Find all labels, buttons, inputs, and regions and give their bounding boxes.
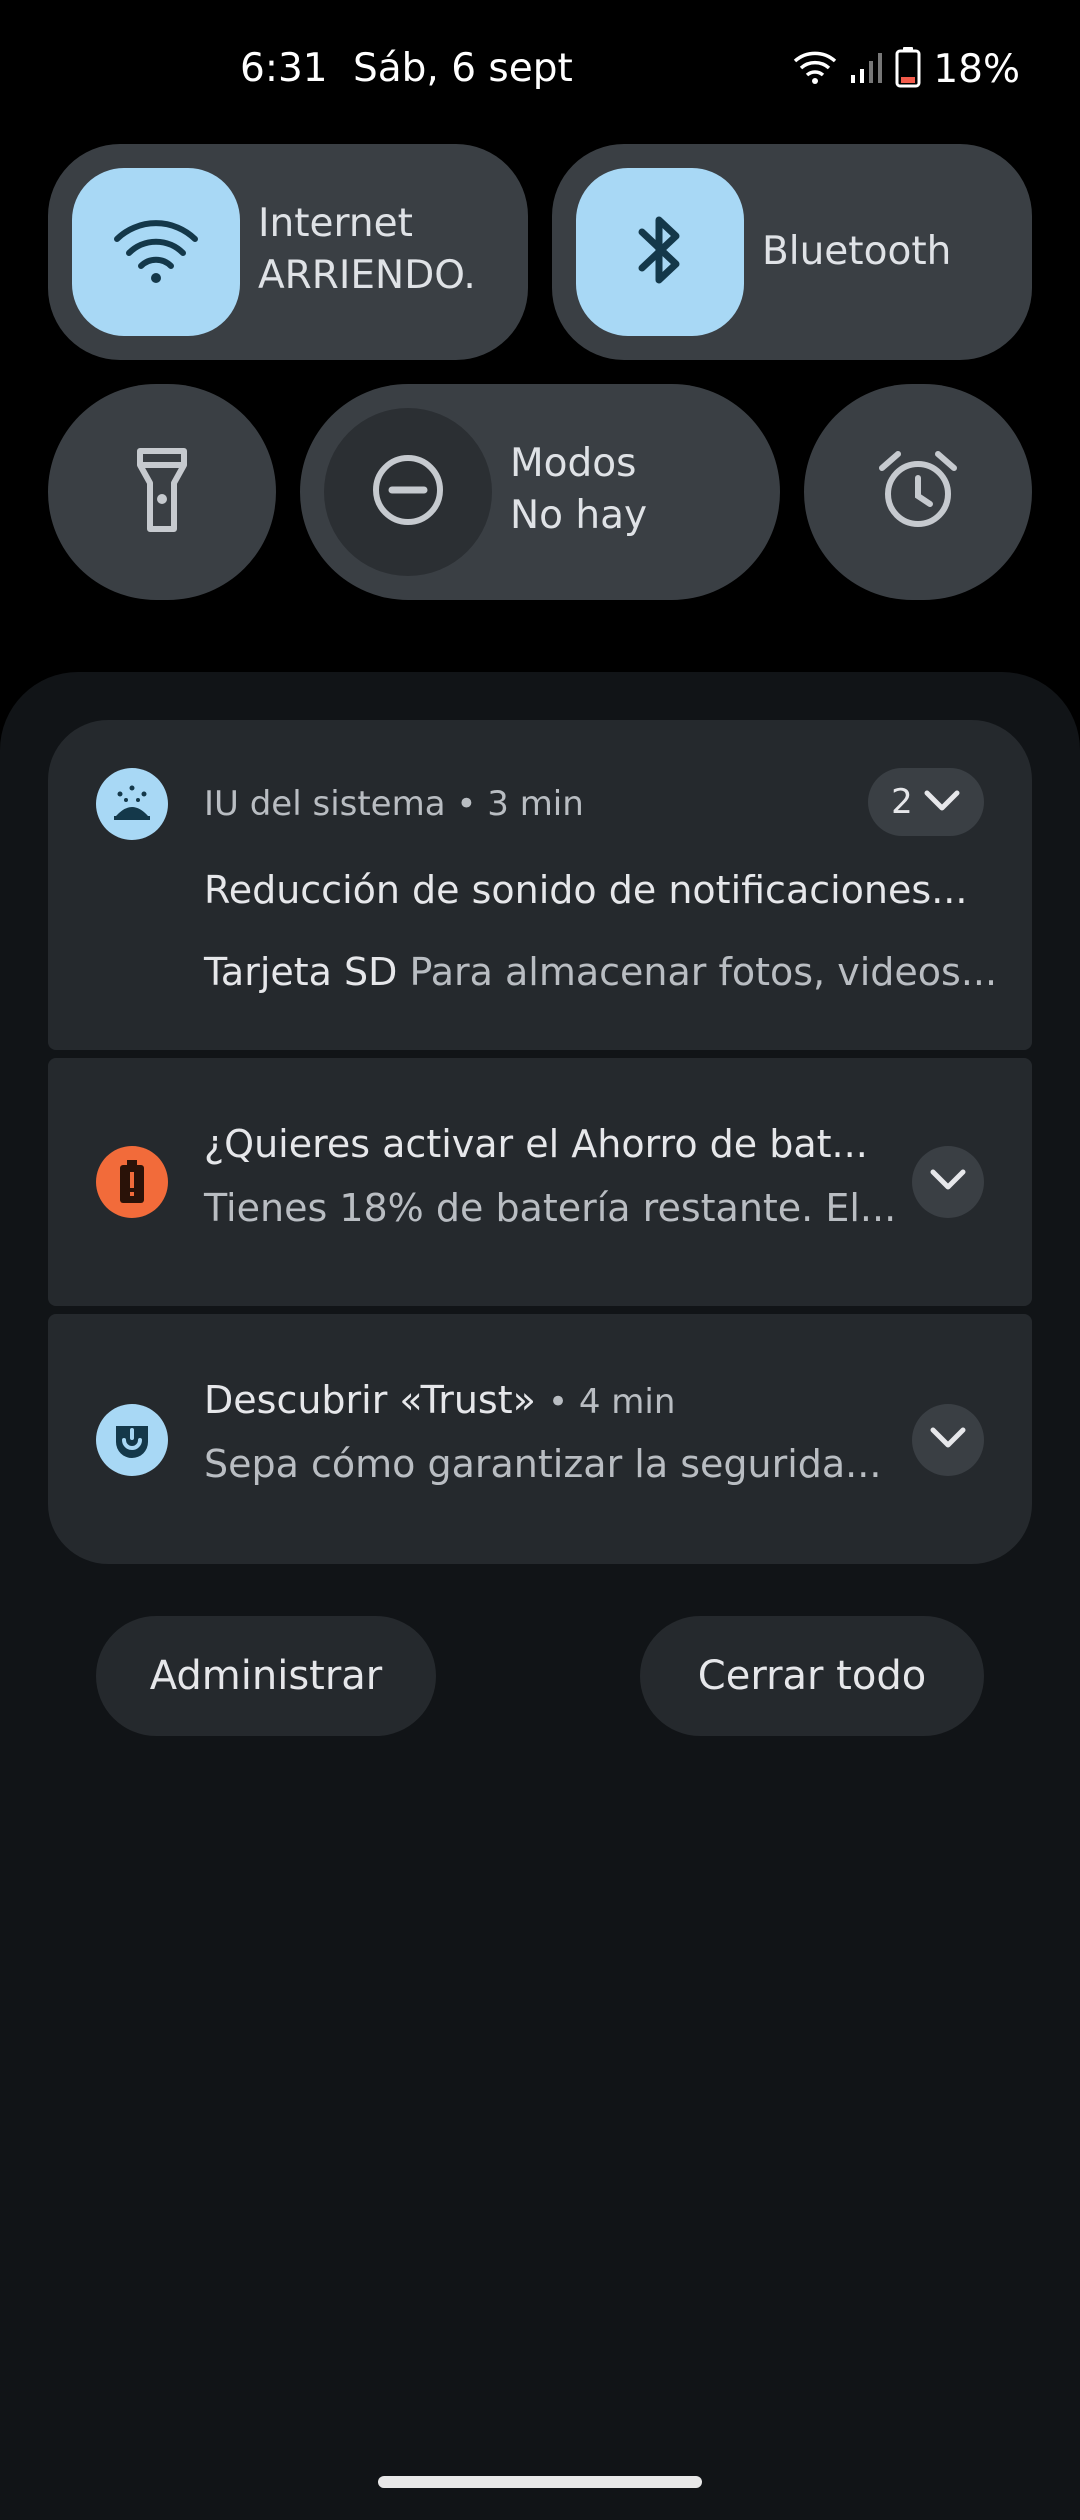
internet-tile-label: Internet (258, 201, 413, 246)
internet-tile-icon-box (72, 168, 240, 336)
notification-list: IU del sistema • 3 min 2 Reducción de so… (48, 720, 1032, 1564)
notification-trust[interactable]: Descubrir «Trust» • 4 min Sepa cómo gara… (48, 1314, 1032, 1564)
notification-title: ¿Quieres activar el Ahorro de bat... (204, 1122, 868, 1166)
battery-percent: 18% (933, 46, 1020, 92)
chevron-down-icon (923, 782, 961, 822)
battery-low-icon (895, 46, 921, 92)
modes-tile[interactable]: Modos No hay (300, 384, 780, 600)
bluetooth-tile[interactable]: Bluetooth (552, 144, 1032, 360)
chevron-down-icon (929, 1168, 967, 1196)
wifi-icon (793, 49, 837, 89)
trust-app-icon (96, 1404, 168, 1476)
flashlight-tile[interactable] (48, 384, 276, 600)
wifi-icon (113, 215, 199, 289)
manage-button[interactable]: Administrar (96, 1616, 436, 1736)
notification-line2: Tarjeta SD Para almacenar fotos, videos.… (204, 950, 997, 994)
clear-all-button[interactable]: Cerrar todo (640, 1616, 984, 1736)
notification-count: 2 (891, 782, 913, 822)
modes-tile-icon-box (324, 408, 492, 576)
system-ui-app-icon (96, 768, 168, 840)
group-expand-button[interactable]: 2 (868, 768, 984, 836)
alarm-icon (876, 448, 960, 536)
expand-button[interactable] (912, 1404, 984, 1476)
alarm-tile[interactable] (804, 384, 1032, 600)
internet-tile[interactable]: Internet ARRIENDO. (48, 144, 528, 360)
notification-title: Reducción de sonido de notificaciones... (204, 868, 968, 912)
notification-time: 3 min (487, 784, 584, 824)
bluetooth-icon (630, 208, 690, 296)
notification-line2-bold: Tarjeta SD (204, 950, 398, 994)
status-time: 6:31 (240, 46, 328, 91)
bluetooth-tile-icon-box (576, 168, 744, 336)
cellular-signal-icon (849, 49, 883, 89)
bluetooth-tile-label: Bluetooth (762, 229, 952, 274)
chevron-down-icon (929, 1426, 967, 1454)
notification-time: 4 min (578, 1382, 676, 1422)
status-icons: 18% (793, 46, 1020, 92)
flashlight-icon (132, 445, 192, 539)
modes-tile-label: Modos (510, 441, 637, 486)
expand-button[interactable] (912, 1146, 984, 1218)
notification-app-name: IU del sistema (204, 784, 446, 824)
quick-settings-screen: 6:31 Sáb, 6 sept 18% Internet ARRIENDO. … (0, 0, 1080, 2520)
notification-text: Sepa cómo garantizar la segurida... (204, 1442, 882, 1486)
notification-battery-saver[interactable]: ¿Quieres activar el Ahorro de bat... Tie… (48, 1058, 1032, 1306)
notification-title: Descubrir «Trust» (204, 1378, 536, 1422)
modes-tile-sublabel: No hay (510, 493, 648, 538)
notification-header: Descubrir «Trust» • 4 min (204, 1378, 676, 1422)
home-gesture-bar[interactable] (378, 2476, 702, 2488)
notification-system-ui[interactable]: IU del sistema • 3 min 2 Reducción de so… (48, 720, 1032, 1050)
notification-text: Tienes 18% de batería restante. El... (204, 1186, 897, 1230)
notification-line2-text: Para almacenar fotos, videos... (409, 950, 998, 994)
status-bar: 6:31 Sáb, 6 sept 18% (0, 0, 1080, 140)
status-date: Sáb, 6 sept (353, 46, 573, 91)
battery-alert-app-icon (96, 1146, 168, 1218)
do-not-disturb-icon (370, 452, 446, 532)
system-ui-header: IU del sistema • 3 min (204, 784, 584, 824)
internet-tile-sublabel: ARRIENDO. (258, 253, 476, 298)
